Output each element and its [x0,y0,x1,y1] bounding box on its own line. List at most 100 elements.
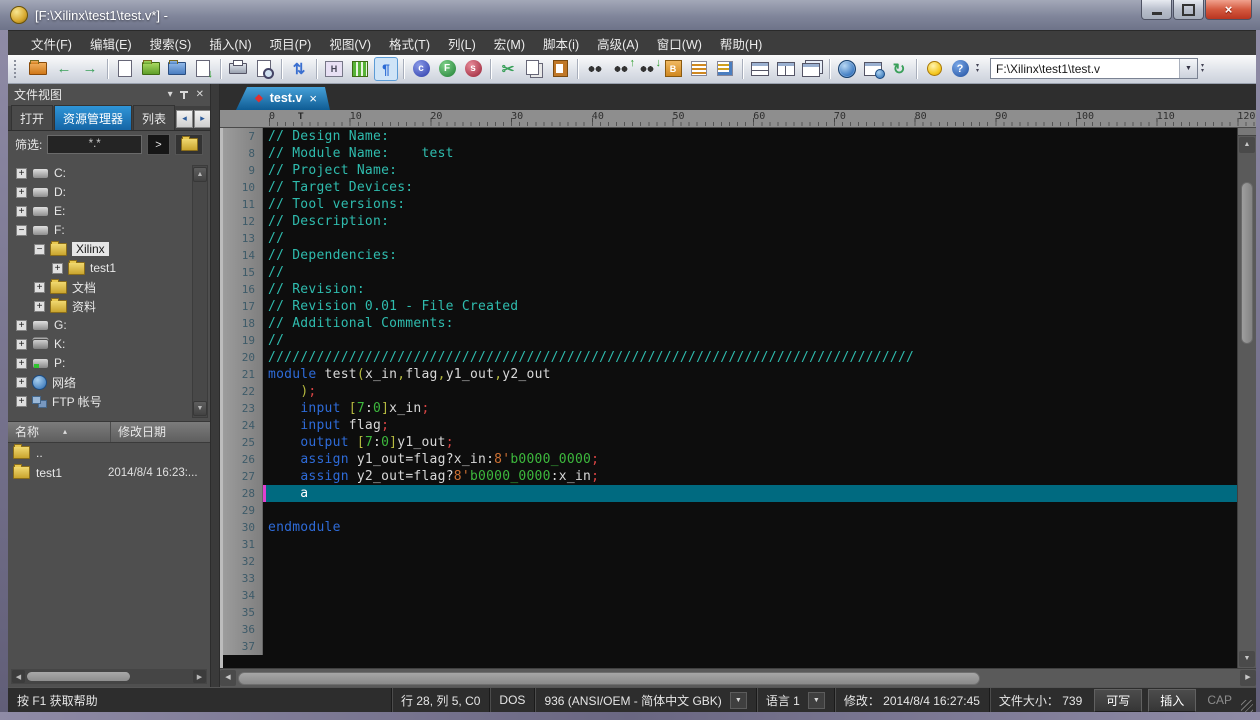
column-date[interactable]: 修改日期 [110,422,210,442]
tree-item[interactable]: −Xilinx [8,240,210,259]
code-line[interactable]: 26 assign y1_out=flag?x_in:8'b0000_0000; [223,451,1237,468]
tip-icon[interactable] [922,57,946,81]
expand-toggle[interactable]: + [16,377,27,388]
sidebar-tab[interactable]: 资源管理器 [54,105,132,130]
expand-toggle[interactable]: − [34,244,45,255]
tree-item[interactable]: +P: [8,354,210,373]
toolbar-grip[interactable] [14,60,20,78]
browser-view-icon[interactable] [835,57,859,81]
scroll-right-icon[interactable]: ▶ [1240,670,1256,686]
code-line[interactable]: 36 [223,621,1237,638]
html-preview-icon[interactable] [861,57,885,81]
code-line[interactable]: 29 [223,502,1237,519]
status-encoding[interactable]: 936 (ANSI/OEM - 简体中文 GBK) ▼ [534,688,755,712]
expand-toggle[interactable]: + [16,187,27,198]
scroll-left-icon[interactable]: ◀ [220,670,236,686]
tree-item[interactable]: +网络 [8,373,210,392]
code-line[interactable]: 15// [223,264,1237,281]
menu-item[interactable]: 搜索(S) [141,30,201,57]
code-line[interactable]: 30endmodule [223,519,1237,536]
bookmark-list-icon[interactable] [687,57,711,81]
resize-grip[interactable] [1241,700,1253,712]
code-line[interactable]: 21module test(x_in,flag,y1_out,y2_out [223,366,1237,383]
close-file-icon[interactable] [165,57,189,81]
scrollbar-thumb[interactable] [238,672,980,685]
code-editor[interactable]: 7// Design Name: 8// Module Name: test9/… [220,128,1237,668]
menu-item[interactable]: 宏(M) [485,30,534,57]
list-item[interactable]: .. [8,443,210,463]
scroll-left-icon[interactable]: ◀ [12,670,25,683]
file-list-hscrollbar[interactable]: ◀ ▶ [11,669,207,684]
menu-item[interactable]: 编辑(E) [81,30,141,57]
tab-scroll-left-icon[interactable]: ◂ [176,110,193,128]
scroll-down-icon[interactable]: ▼ [193,401,207,416]
save-icon[interactable] [191,57,215,81]
cascade-windows-icon[interactable] [800,57,824,81]
expand-toggle[interactable]: + [52,263,63,274]
code-line[interactable]: 35 [223,604,1237,621]
split-vertical-icon[interactable] [774,57,798,81]
replace-icon[interactable]: B [661,57,685,81]
open-recent-icon[interactable] [26,57,50,81]
code-line[interactable]: 20//////////////////////////////////////… [223,349,1237,366]
chevron-down-icon[interactable]: ▼ [730,692,747,709]
tree-item[interactable]: +test1 [8,259,210,278]
menu-item[interactable]: 格式(T) [380,30,439,57]
column-name[interactable]: 名称 ▴ [8,423,110,440]
tree-item[interactable]: +FTP 帐号 [8,392,210,411]
filter-apply-button[interactable]: > [147,134,170,155]
status-position[interactable]: 行 28, 列 5, C0 [391,688,489,712]
list-item[interactable]: test12014/8/4 16:23:... [8,463,210,483]
code-line[interactable]: 23 input [7:0]x_in; [223,400,1237,417]
code-line[interactable]: 12// Description: [223,213,1237,230]
sidebar-tab[interactable]: 列表 [133,105,175,130]
scrollbar-thumb[interactable] [27,672,130,681]
tab-close-icon[interactable]: × [309,91,317,106]
tree-item[interactable]: +G: [8,316,210,335]
tree-item[interactable]: +文档 [8,278,210,297]
word-wrap-icon[interactable]: ¶ [374,57,398,81]
maximize-button[interactable] [1173,0,1204,20]
code-line[interactable]: 18// Additional Comments: [223,315,1237,332]
expand-toggle[interactable]: − [16,225,27,236]
tree-item[interactable]: +C: [8,164,210,183]
code-line[interactable]: 10// Target Devices: [223,179,1237,196]
toolbar-overflow-icon[interactable]: ▾▾ [976,64,979,74]
print-icon[interactable] [226,57,250,81]
tab-scroll-right-icon[interactable]: ▸ [194,110,211,128]
split-horizontal-icon[interactable] [748,57,772,81]
code-line[interactable]: 33 [223,570,1237,587]
expand-toggle[interactable]: + [34,301,45,312]
code-line[interactable]: 24 input flag; [223,417,1237,434]
file-path-combobox[interactable]: F:\Xilinx\test1\test.v ▼ [990,58,1198,79]
scroll-up-icon[interactable]: ▲ [193,167,207,182]
code-line[interactable]: 14// Dependencies: [223,247,1237,264]
code-line[interactable]: 22 ); [223,383,1237,400]
tree-item[interactable]: +D: [8,183,210,202]
editor-vscrollbar[interactable]: ▲ ▼ [1237,128,1256,668]
code-line[interactable]: 25 output [7:0]y1_out; [223,434,1237,451]
browse-folder-button[interactable] [175,134,203,155]
code-line[interactable]: 34 [223,587,1237,604]
writable-button[interactable]: 可写 [1094,689,1142,712]
tree-item[interactable]: +E: [8,202,210,221]
print-preview-icon[interactable] [252,57,276,81]
help-icon[interactable]: ? [948,57,972,81]
pin-icon[interactable] [180,90,189,100]
find-icon[interactable] [583,57,607,81]
menu-item[interactable]: 插入(N) [200,30,260,57]
paste-icon[interactable] [548,57,572,81]
document-tab[interactable]: ◆ test.v × [236,87,330,110]
status-line-ending[interactable]: DOS [489,688,534,712]
expand-toggle[interactable]: + [16,168,27,179]
expand-toggle[interactable]: + [16,358,27,369]
chevron-down-icon[interactable]: ▼ [808,692,825,709]
split-handle[interactable] [1238,128,1256,136]
menu-item[interactable]: 窗口(W) [648,30,711,57]
panel-splitter[interactable] [210,84,220,687]
sort-icon[interactable]: ⇅ [287,57,311,81]
menu-item[interactable]: 视图(V) [320,30,380,57]
close-button[interactable]: × [1205,0,1252,20]
status-language[interactable]: 语言 1 ▼ [756,688,834,712]
tree-scrollbar[interactable]: ▲ ▼ [192,165,208,418]
